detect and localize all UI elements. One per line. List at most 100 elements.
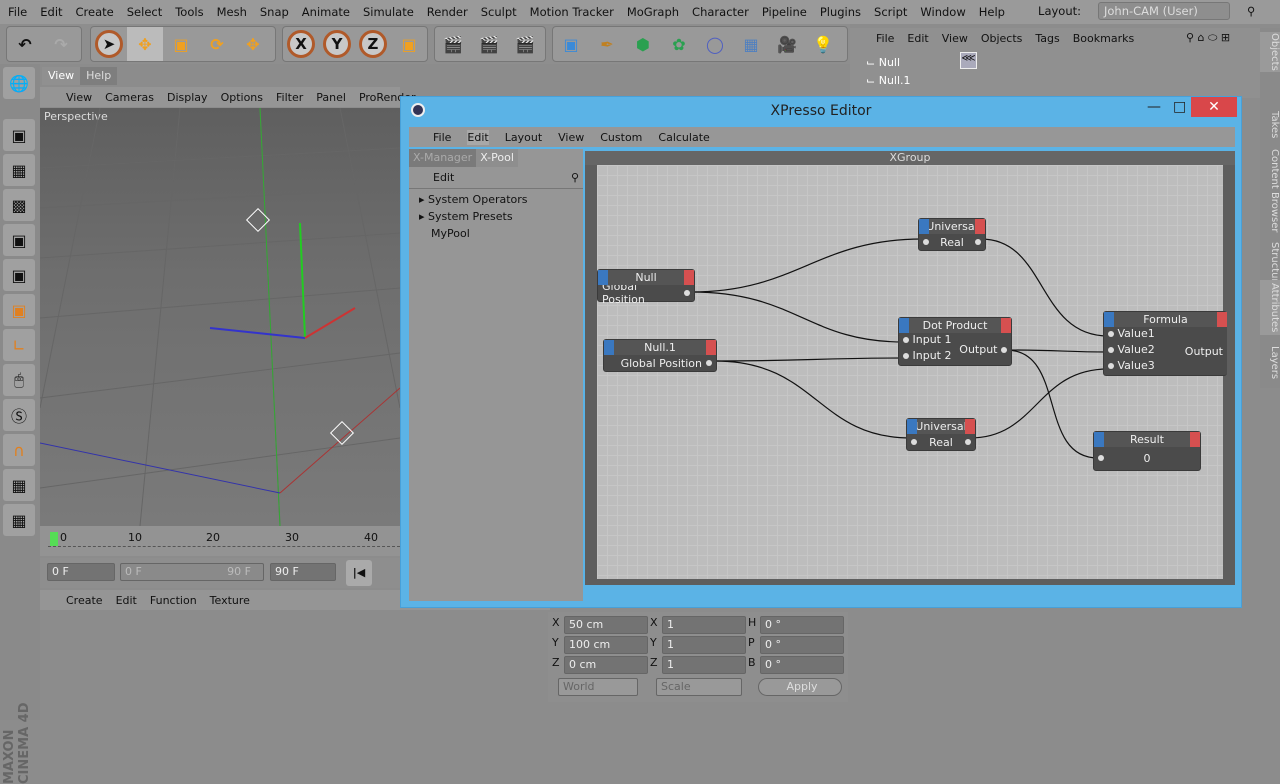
points-mode-icon[interactable]: ▣ bbox=[3, 224, 35, 256]
viewport-menu-view[interactable]: View bbox=[66, 91, 92, 104]
viewport-menu-options[interactable]: Options bbox=[221, 91, 263, 104]
planar-workplane-icon[interactable]: ▦ bbox=[3, 504, 35, 536]
position-z-field[interactable]: 0 cm bbox=[564, 656, 648, 674]
node-formula[interactable]: Formula Value1 Value2 Value3 Output bbox=[1103, 311, 1227, 376]
render-settings-icon[interactable]: 🎬 bbox=[507, 27, 543, 61]
input-port[interactable] bbox=[923, 239, 929, 245]
menu-simulate[interactable]: Simulate bbox=[363, 5, 414, 19]
cube-icon[interactable]: ▣ bbox=[553, 27, 589, 61]
z-axis-icon[interactable]: Z bbox=[355, 27, 391, 61]
om-search-icon[interactable]: ⚲ ⌂ ⬭ ⊞ bbox=[1186, 31, 1230, 45]
menu-select[interactable]: Select bbox=[127, 5, 162, 19]
menu-create[interactable]: Create bbox=[76, 5, 114, 19]
tab-help[interactable]: Help bbox=[80, 67, 118, 85]
output-port[interactable] bbox=[965, 439, 971, 445]
timeline[interactable]: 0 10 20 30 40 bbox=[40, 526, 400, 556]
edges-mode-icon[interactable]: ▣ bbox=[3, 259, 35, 291]
scale-z-field[interactable]: 1 bbox=[662, 656, 746, 674]
om-menu-bookmarks[interactable]: Bookmarks bbox=[1073, 32, 1134, 45]
transform-tool-icon[interactable]: ✥ bbox=[235, 27, 271, 61]
frame-range-slider[interactable]: 0 F 90 F bbox=[120, 563, 264, 581]
output-port[interactable] bbox=[684, 290, 690, 296]
tab-view[interactable]: View bbox=[42, 67, 81, 85]
rotation-h-field[interactable]: 0 ° bbox=[760, 616, 844, 634]
tab-objects[interactable]: Objects bbox=[1260, 32, 1280, 72]
xp-menu-calculate[interactable]: Calculate bbox=[658, 130, 709, 145]
scale-y-field[interactable]: 1 bbox=[662, 636, 746, 654]
render-picture-viewer-icon[interactable]: 🎬 bbox=[471, 27, 507, 61]
menu-character[interactable]: Character bbox=[692, 5, 749, 19]
viewport-menu-cameras[interactable]: Cameras bbox=[105, 91, 154, 104]
maximize-button[interactable]: □ bbox=[1173, 99, 1186, 115]
menu-tools[interactable]: Tools bbox=[175, 5, 203, 19]
material-menu-texture[interactable]: Texture bbox=[210, 594, 250, 607]
coordinate-mode-dropdown[interactable]: World bbox=[558, 678, 638, 696]
cloner-icon[interactable]: ✿ bbox=[661, 27, 697, 61]
object-row-null[interactable]: ⌙ Null bbox=[866, 56, 911, 74]
move-tool-icon[interactable]: ✥ bbox=[127, 27, 163, 61]
camera-icon[interactable]: 🎥 bbox=[769, 27, 805, 61]
om-menu-file[interactable]: File bbox=[876, 32, 894, 45]
close-button[interactable]: ✕ bbox=[1191, 97, 1237, 117]
search-icon[interactable]: ⚲ bbox=[1247, 4, 1267, 18]
menu-file[interactable]: File bbox=[8, 5, 27, 19]
tab-content-browser[interactable]: Content Browser bbox=[1260, 146, 1280, 236]
viewport-menu-filter[interactable]: Filter bbox=[276, 91, 303, 104]
y-axis-icon[interactable]: Y bbox=[319, 27, 355, 61]
position-x-field[interactable]: 50 cm bbox=[564, 616, 648, 634]
xpresso-title-bar[interactable]: XPresso Editor — □ ✕ bbox=[401, 97, 1241, 125]
xpresso-tag-icon[interactable]: ⋘ bbox=[960, 52, 977, 69]
xp-menu-custom[interactable]: Custom bbox=[600, 130, 642, 145]
xp-menu-view[interactable]: View bbox=[558, 130, 584, 145]
redo-icon[interactable]: ↷ bbox=[43, 27, 79, 61]
3d-viewport[interactable]: Perspective bbox=[40, 108, 400, 526]
node-canvas[interactable]: Null Global Position Null.1 Global Posit… bbox=[597, 165, 1227, 579]
axis-mode-icon[interactable]: ∟ bbox=[3, 329, 35, 361]
node-dot-product[interactable]: Dot Product Input 1 Input 2 Output bbox=[898, 317, 1012, 366]
end-frame-field[interactable]: 90 F bbox=[270, 563, 336, 581]
output-port[interactable] bbox=[706, 360, 712, 366]
lock-workplane-icon[interactable]: ▦ bbox=[3, 469, 35, 501]
viewport-menu-display[interactable]: Display bbox=[167, 91, 208, 104]
model-mode-icon[interactable]: ▣ bbox=[3, 119, 35, 151]
menu-snap[interactable]: Snap bbox=[260, 5, 289, 19]
pool-item-system-operators[interactable]: ▸ System Operators bbox=[419, 193, 583, 210]
menu-motion-tracker[interactable]: Motion Tracker bbox=[530, 5, 614, 19]
coordinate-system-icon[interactable]: ▣ bbox=[391, 27, 427, 61]
x-axis-icon[interactable]: X bbox=[283, 27, 319, 61]
material-menu-edit[interactable]: Edit bbox=[116, 594, 137, 607]
rotation-b-field[interactable]: 0 ° bbox=[760, 656, 844, 674]
menu-animate[interactable]: Animate bbox=[302, 5, 350, 19]
light-icon[interactable]: 💡 bbox=[805, 27, 841, 61]
workplane-icon[interactable]: ▩ bbox=[3, 189, 35, 221]
output-port[interactable] bbox=[1001, 346, 1007, 353]
object-row-null1[interactable]: ⌙ Null.1 bbox=[866, 74, 911, 92]
pool-search-icon[interactable]: ⚲ bbox=[571, 167, 579, 189]
playhead[interactable] bbox=[50, 532, 58, 546]
node-null1[interactable]: Null.1 Global Position bbox=[603, 339, 717, 372]
om-menu-tags[interactable]: Tags bbox=[1035, 32, 1059, 45]
input-port[interactable] bbox=[903, 337, 909, 343]
output-port[interactable] bbox=[975, 239, 981, 245]
material-menu-function[interactable]: Function bbox=[150, 594, 197, 607]
scale-x-field[interactable]: 1 bbox=[662, 616, 746, 634]
minimize-button[interactable]: — bbox=[1147, 99, 1161, 115]
menu-edit[interactable]: Edit bbox=[40, 5, 62, 19]
input-port[interactable] bbox=[1108, 331, 1114, 337]
om-menu-objects[interactable]: Objects bbox=[981, 32, 1023, 45]
menu-script[interactable]: Script bbox=[874, 5, 907, 19]
pool-menu-edit[interactable]: Edit bbox=[433, 171, 454, 184]
current-frame-field[interactable]: 0 F bbox=[47, 563, 115, 581]
menu-plugins[interactable]: Plugins bbox=[820, 5, 861, 19]
tab-takes[interactable]: Takes bbox=[1260, 108, 1280, 142]
menu-help[interactable]: Help bbox=[979, 5, 1005, 19]
pen-icon[interactable]: ✒ bbox=[589, 27, 625, 61]
om-menu-view[interactable]: View bbox=[942, 32, 968, 45]
tab-attributes[interactable]: Attributes bbox=[1260, 280, 1280, 335]
menu-mograph[interactable]: MoGraph bbox=[627, 5, 679, 19]
node-universal-2[interactable]: Universal Real bbox=[906, 418, 976, 451]
material-menu-create[interactable]: Create bbox=[66, 594, 103, 607]
subdivision-icon[interactable]: ⬢ bbox=[625, 27, 661, 61]
select-tool-icon[interactable]: ➤ bbox=[91, 27, 127, 61]
tab-x-manager[interactable]: X-Manager bbox=[409, 149, 477, 167]
